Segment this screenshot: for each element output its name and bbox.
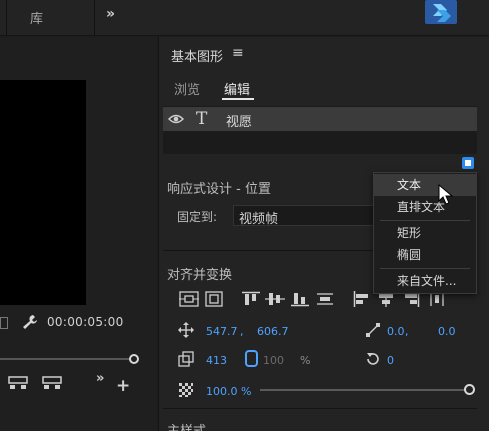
new-layer-menu: 文本 直排文本 矩形 椭圆 来自文件... bbox=[373, 172, 477, 294]
anchor-separator: , bbox=[405, 325, 409, 338]
export-frame-icon[interactable] bbox=[42, 376, 62, 390]
playhead-track[interactable] bbox=[0, 358, 134, 360]
playhead-handle[interactable] bbox=[129, 354, 139, 364]
scale-width-value[interactable]: 100 bbox=[263, 354, 284, 367]
mouse-cursor-icon bbox=[438, 184, 454, 205]
align-top-icon[interactable] bbox=[242, 291, 260, 307]
menu-item-text[interactable]: 文本 bbox=[374, 174, 476, 196]
timecode-display[interactable]: 00:00:05:00 bbox=[47, 315, 124, 329]
align-bottom-icon[interactable] bbox=[291, 291, 309, 307]
menu-separator bbox=[380, 268, 470, 269]
tab-edit[interactable]: 编辑 bbox=[224, 79, 250, 98]
new-layer-button[interactable] bbox=[462, 157, 474, 169]
opacity-slider-handle[interactable] bbox=[464, 384, 475, 395]
video-preview bbox=[0, 80, 86, 305]
menu-item-from-file[interactable]: 来自文件... bbox=[374, 270, 476, 292]
panel-menu-icon[interactable]: ≡ bbox=[232, 45, 244, 61]
align-vertical-center-icon[interactable] bbox=[265, 291, 285, 307]
active-tab-indicator bbox=[222, 98, 254, 100]
panel-title: 基本图形 bbox=[171, 50, 224, 65]
distribute-vertical-icon[interactable] bbox=[315, 291, 335, 307]
marker-icon[interactable] bbox=[8, 376, 28, 390]
pin-to-label: 固定到: bbox=[177, 210, 218, 224]
scale-icon bbox=[178, 351, 194, 367]
text-layer-icon: T bbox=[196, 109, 208, 129]
section-divider bbox=[163, 408, 477, 409]
app-logo-icon bbox=[425, 0, 457, 24]
pin-to-value: 视频帧 bbox=[239, 212, 279, 227]
anchor-point-icon bbox=[366, 323, 380, 337]
position-x-value[interactable]: 547.7 bbox=[206, 325, 238, 338]
opacity-icon bbox=[179, 383, 193, 397]
responsive-design-section-title: 响应式设计 - 位置 bbox=[167, 182, 271, 197]
scale-width-unit: % bbox=[300, 354, 311, 367]
eye-icon[interactable] bbox=[168, 113, 184, 125]
layer-name[interactable]: 视愿 bbox=[226, 111, 252, 130]
more-controls-button[interactable]: » bbox=[96, 371, 104, 386]
position-y-value[interactable]: 606.7 bbox=[257, 325, 289, 338]
tab-divider bbox=[94, 0, 95, 36]
align-transform-section-title: 对齐并变换 bbox=[167, 268, 233, 283]
align-left-icon[interactable] bbox=[353, 291, 371, 307]
menu-item-ellipse[interactable]: 椭圆 bbox=[374, 244, 476, 266]
position-separator: , bbox=[240, 325, 244, 338]
tab-library[interactable]: 库 bbox=[30, 8, 43, 27]
tab-overflow-button[interactable]: » bbox=[106, 6, 115, 22]
scale-value[interactable]: 413 bbox=[206, 354, 227, 367]
align-to-selection-icon[interactable] bbox=[205, 291, 223, 307]
tab-divider bbox=[6, 0, 7, 36]
master-styles-section-title: 主样式 bbox=[167, 420, 206, 431]
link-icon[interactable] bbox=[245, 350, 258, 367]
checkbox-icon[interactable] bbox=[0, 317, 8, 329]
layer-row[interactable] bbox=[163, 107, 477, 131]
opacity-value[interactable]: 100.0 % bbox=[206, 385, 251, 398]
tab-browse[interactable]: 浏览 bbox=[174, 79, 200, 98]
anchor-y-value[interactable]: 0.0 bbox=[438, 325, 456, 338]
anchor-x-value[interactable]: 0.0 bbox=[387, 325, 405, 338]
rotation-icon bbox=[367, 353, 379, 365]
menu-separator bbox=[380, 220, 470, 221]
opacity-slider-track[interactable] bbox=[260, 389, 468, 391]
wrench-icon[interactable] bbox=[21, 314, 39, 330]
top-tab-bar bbox=[0, 0, 489, 36]
menu-item-rectangle[interactable]: 矩形 bbox=[374, 222, 476, 244]
menu-item-vertical-text[interactable]: 直排文本 bbox=[374, 196, 476, 218]
position-icon bbox=[178, 322, 194, 338]
add-button[interactable]: + bbox=[116, 376, 130, 396]
align-to-video-frame-icon[interactable] bbox=[179, 291, 199, 307]
rotation-value[interactable]: 0 bbox=[387, 354, 394, 367]
